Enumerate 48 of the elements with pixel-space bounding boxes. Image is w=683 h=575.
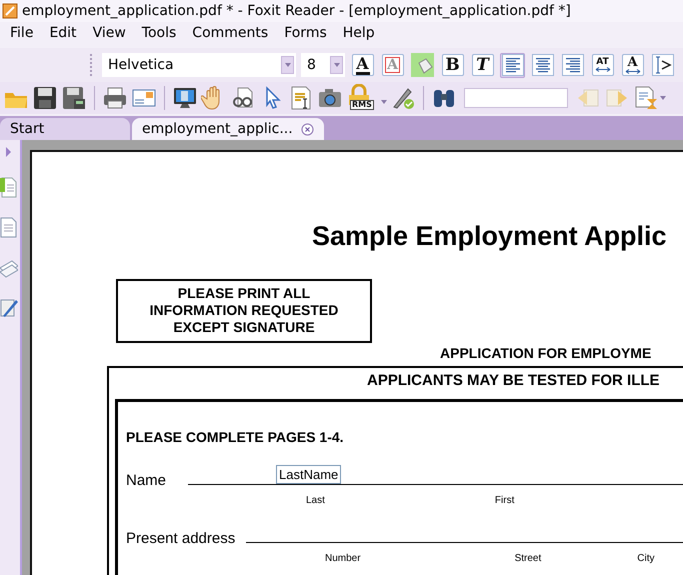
printer-icon[interactable]: [102, 85, 128, 111]
menu-item[interactable]: Comments: [184, 25, 276, 41]
field-caption: Street: [514, 553, 542, 564]
font-dropdown[interactable]: Helvetica: [102, 53, 296, 77]
notice-box: PLEASE PRINT ALL INFORMATION REQUESTED EXCEPT SIGNATURE: [116, 279, 372, 343]
field-caption: Number: [325, 553, 361, 564]
field-label: Name: [126, 472, 166, 489]
align-center-button[interactable]: [530, 52, 555, 78]
menu-item[interactable]: Help: [334, 25, 383, 41]
find-field[interactable]: [464, 88, 568, 108]
form-heading: APPLICATION FOR EMPLOYME: [440, 345, 652, 361]
caret-icon[interactable]: [380, 100, 387, 104]
fill-color-button[interactable]: [410, 52, 435, 78]
caret-icon[interactable]: [334, 63, 340, 67]
window-title: employment_application.pdf * - Foxit Reader - [employment_application.pdf *]: [22, 3, 571, 19]
menu-item[interactable]: View: [84, 25, 134, 41]
field-caption: First: [494, 495, 514, 506]
align-left-icon: [502, 54, 524, 76]
close-icon[interactable]: [300, 122, 314, 136]
pages-icon[interactable]: [0, 216, 18, 238]
document-tab[interactable]: Start: [0, 118, 130, 140]
save-as-icon[interactable]: [61, 85, 87, 111]
input-field[interactable]: LastName: [276, 465, 342, 484]
field-caption: City: [637, 553, 654, 564]
banner-text: APPLICANTS MAY BE TESTED FOR ILLE: [366, 371, 661, 391]
caret-icon[interactable]: [284, 63, 290, 67]
text-direction-button[interactable]: [650, 52, 675, 78]
align-right-button[interactable]: [560, 52, 585, 78]
font-size-dropdown[interactable]: 8: [301, 53, 345, 77]
document-title: Sample Employment Applic: [312, 221, 668, 252]
fill-color-icon: [411, 53, 434, 77]
text-direction-icon: [652, 54, 674, 76]
instruction-text: PLEASE COMPLETE PAGES 1-4.: [126, 429, 345, 445]
align-center-icon: [532, 54, 554, 76]
align-left-button[interactable]: [500, 52, 525, 78]
menu-item[interactable]: Forms: [276, 25, 335, 41]
monitor-icon[interactable]: [172, 85, 198, 111]
hourglass-icon[interactable]: [632, 85, 659, 111]
field-label: Present address: [126, 530, 236, 547]
rms-label: RMS: [350, 100, 374, 110]
document-tab[interactable]: employment_applic...: [132, 118, 324, 140]
caret-icon[interactable]: [660, 96, 666, 100]
menu-item[interactable]: Tools: [134, 25, 184, 41]
field-caption: Last: [306, 495, 325, 506]
save-icon[interactable]: [32, 85, 58, 111]
menu-item[interactable]: File: [2, 25, 42, 41]
menu-item[interactable]: Edit: [41, 25, 85, 41]
align-right-icon: [562, 54, 584, 76]
